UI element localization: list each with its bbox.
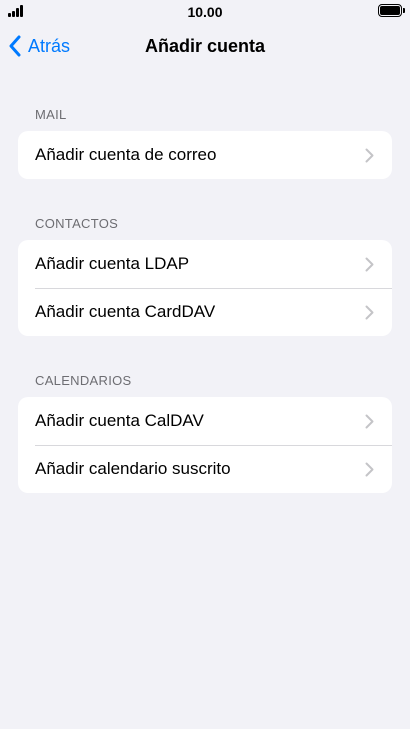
battery-icon bbox=[378, 4, 405, 17]
add-caldav-account-row[interactable]: Añadir cuenta CalDAV bbox=[18, 397, 392, 445]
add-mail-account-row[interactable]: Añadir cuenta de correo bbox=[18, 131, 392, 179]
add-ldap-account-row[interactable]: Añadir cuenta LDAP bbox=[18, 240, 392, 288]
section-header-calendars: CALENDARIOS bbox=[35, 373, 132, 388]
chevron-right-icon bbox=[365, 305, 374, 320]
group-calendars: Añadir cuenta CalDAV Añadir calendario s… bbox=[18, 397, 392, 493]
row-label: Añadir cuenta CardDAV bbox=[35, 302, 216, 321]
chevron-right-icon bbox=[365, 148, 374, 163]
add-subscribed-calendar-row[interactable]: Añadir calendario suscrito bbox=[18, 445, 392, 493]
add-carddav-account-row[interactable]: Añadir cuenta CardDAV bbox=[18, 288, 392, 336]
chevron-right-icon bbox=[365, 414, 374, 429]
row-label: Añadir cuenta de correo bbox=[35, 145, 217, 164]
chevron-right-icon bbox=[365, 257, 374, 272]
chevron-right-icon bbox=[365, 462, 374, 477]
status-time: 10.00 bbox=[187, 4, 223, 20]
row-label: Añadir cuenta CalDAV bbox=[35, 411, 204, 430]
section-header-contacts: CONTACTOS bbox=[35, 216, 119, 231]
row-label: Añadir cuenta LDAP bbox=[35, 254, 190, 273]
status-bar: 10.00 bbox=[0, 0, 410, 24]
group-mail: Añadir cuenta de correo bbox=[18, 131, 392, 179]
page-title: Añadir cuenta bbox=[144, 36, 266, 56]
row-label: Añadir calendario suscrito bbox=[35, 459, 231, 478]
navigation-bar: Atrás Añadir cuenta bbox=[0, 24, 410, 68]
section-header-mail: MAIL bbox=[35, 107, 67, 122]
group-contacts: Añadir cuenta LDAP Añadir cuenta CardDAV bbox=[18, 240, 392, 336]
